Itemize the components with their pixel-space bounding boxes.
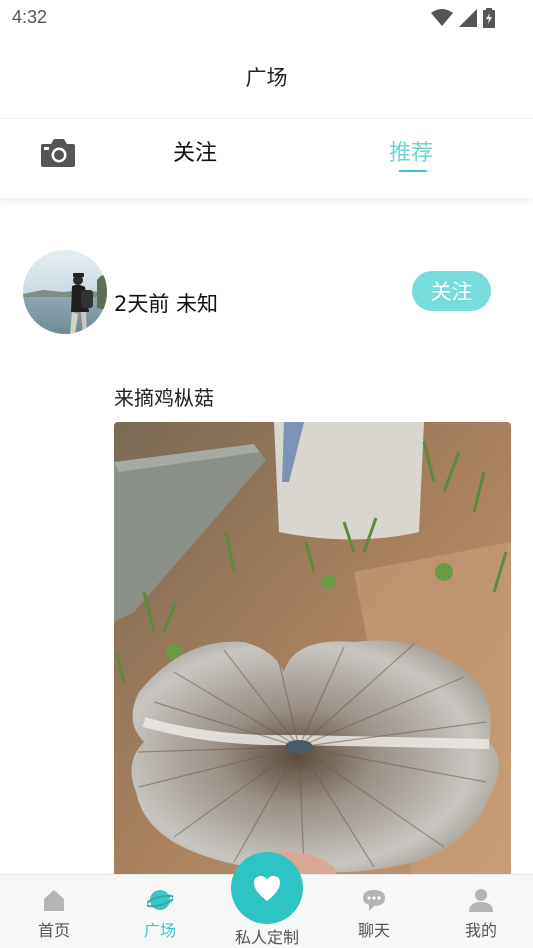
signal-icon: [459, 9, 477, 27]
avatar[interactable]: [23, 250, 107, 334]
camera-icon: [41, 139, 75, 167]
user-icon: [469, 889, 493, 912]
nav-chat-label: 聊天: [357, 921, 390, 940]
nav-mine-label: 我的: [464, 921, 497, 940]
post-card: 2天前 未知 关注 来摘鸡枞菇: [0, 198, 533, 874]
post-meta: 2天前 未知: [114, 292, 219, 316]
tab-recommend[interactable]: 推荐: [389, 135, 433, 167]
title-bar: 广场: [0, 36, 533, 118]
nav-mine[interactable]: 我的: [461, 875, 501, 948]
nav-plaza-label: 广场: [143, 921, 176, 940]
nav-home-label: 首页: [37, 921, 70, 940]
camera-button[interactable]: [40, 138, 76, 168]
nav-plaza[interactable]: 广场: [140, 875, 180, 948]
tab-bar: 关注 推荐: [0, 118, 533, 198]
status-time: 4:32: [12, 7, 48, 27]
nav-home[interactable]: 首页: [34, 875, 74, 948]
home-icon: [44, 890, 64, 911]
tab-follow[interactable]: 关注: [173, 135, 217, 167]
heart-icon: [254, 876, 280, 901]
avatar-image: [23, 250, 107, 334]
post-image[interactable]: [114, 422, 511, 874]
planet-icon: [147, 890, 173, 910]
post-text: 来摘鸡枞菇: [114, 386, 214, 410]
mushroom-photo: [114, 422, 511, 874]
status-icons: [431, 8, 495, 28]
nav-custom-label: 私人定制: [234, 928, 299, 947]
wifi-icon: [431, 9, 453, 26]
active-tab-indicator: [399, 170, 427, 172]
status-bar: 4:32: [0, 0, 533, 36]
nav-chat[interactable]: 聊天: [354, 875, 394, 948]
follow-button[interactable]: 关注: [412, 271, 491, 311]
chat-icon: [363, 890, 385, 911]
custom-button[interactable]: [231, 852, 303, 924]
battery-icon: [483, 8, 495, 28]
page-title: 广场: [245, 66, 288, 90]
